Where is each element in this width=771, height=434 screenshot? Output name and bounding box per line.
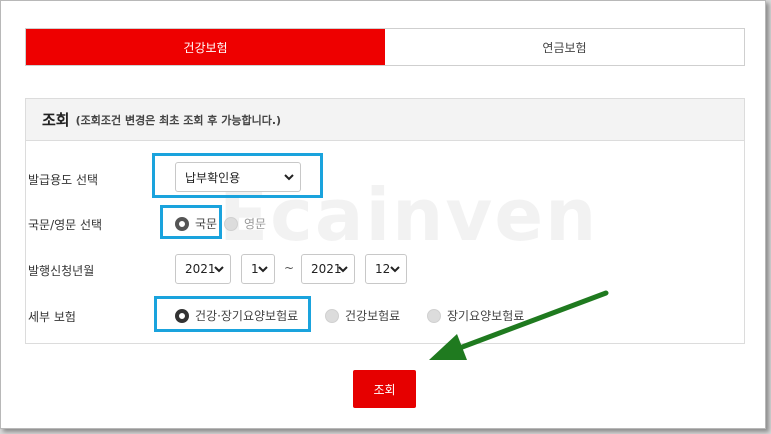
annotation-arrow-icon xyxy=(429,290,609,360)
window-frame: 건강보험 연금보험 조회 (조회조건 변경은 최초 조회 후 가능합니다.) E… xyxy=(0,0,766,429)
